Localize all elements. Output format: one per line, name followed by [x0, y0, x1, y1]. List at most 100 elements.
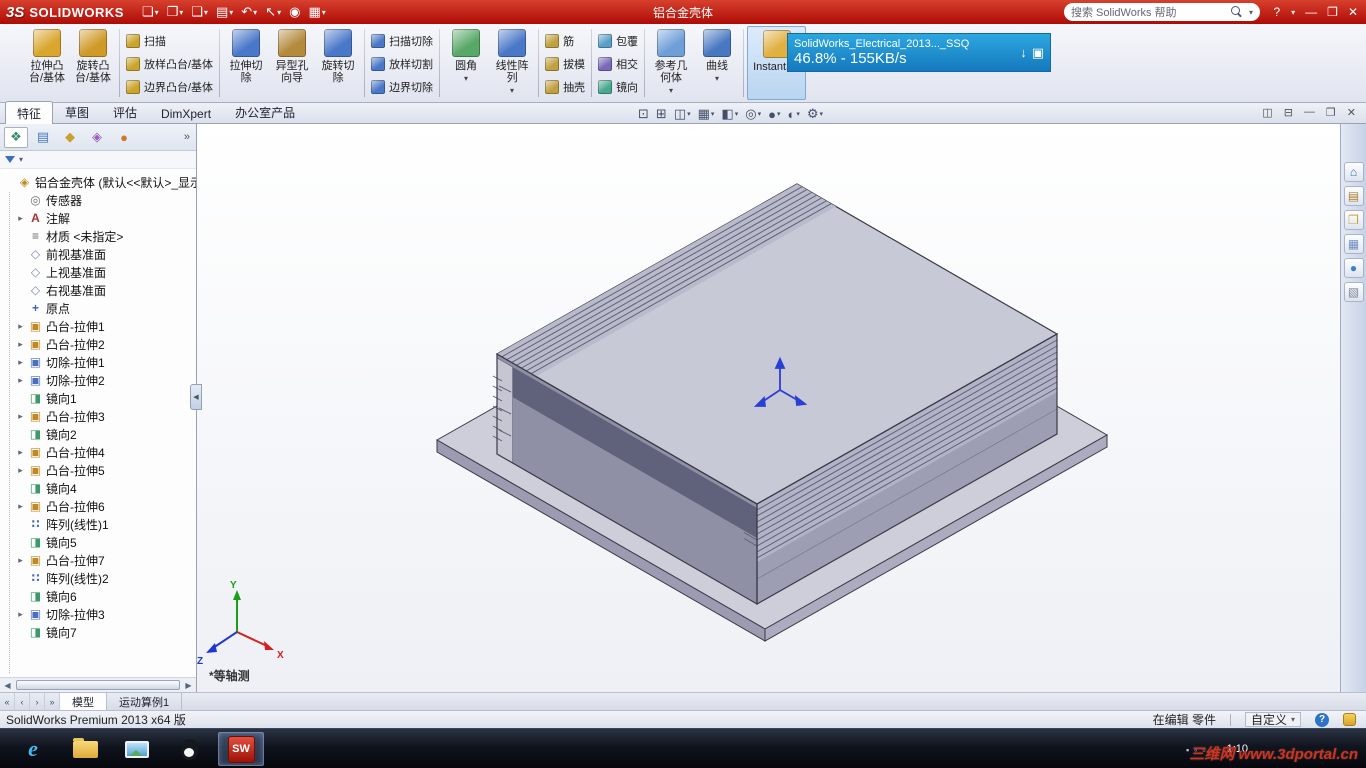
- rib-button[interactable]: 筋: [542, 29, 588, 52]
- expand-arrow-icon[interactable]: ▸: [16, 447, 25, 458]
- maximize-button[interactable]: ❐: [1327, 5, 1338, 19]
- feature-tree-root[interactable]: ◈ 铝合金壳体 (默认<<默认>_显示...: [3, 173, 196, 191]
- sheet-tab-motion-study-1[interactable]: 运动算例1: [107, 693, 183, 710]
- previous-tab-button[interactable]: ‹: [15, 693, 30, 710]
- doc-minimize-button[interactable]: —: [1304, 106, 1315, 119]
- view-settings-button[interactable]: ⚙ ▾: [805, 106, 825, 122]
- expand-arrow-icon[interactable]: ▸: [16, 411, 25, 422]
- tray-icon[interactable]: ▫: [1202, 745, 1205, 755]
- tree-item[interactable]: ▸ ▣ 切除-拉伸3: [3, 605, 196, 623]
- panel-collapse-arrow[interactable]: ◀: [190, 384, 202, 410]
- display-style-button[interactable]: ◧ ▾: [719, 106, 740, 122]
- swept-cut-button[interactable]: 扫描切除: [368, 29, 436, 52]
- undo-button[interactable]: ↶ ▾: [237, 2, 261, 22]
- qq-taskbar-button[interactable]: [166, 732, 212, 766]
- expand-arrow-icon[interactable]: ▸: [16, 339, 25, 350]
- scroll-left-icon[interactable]: ◀: [0, 681, 15, 690]
- appearances-scenes-button[interactable]: ●: [1343, 258, 1364, 278]
- filter-caret-icon[interactable]: ▾: [19, 155, 23, 164]
- sheet-tab-model[interactable]: 模型: [60, 693, 107, 710]
- linear-pattern-button[interactable]: 线性阵 列 ▾: [489, 26, 535, 100]
- tree-item[interactable]: ◇ 上视基准面: [3, 263, 196, 281]
- doc-restore-button[interactable]: ❐: [1326, 106, 1336, 119]
- boundary-boss-button[interactable]: 边界凸台/基体: [123, 75, 216, 98]
- expand-arrow-icon[interactable]: ▸: [16, 321, 25, 332]
- draft-button[interactable]: 拔模: [542, 52, 588, 75]
- search-icon[interactable]: [1230, 6, 1243, 18]
- tray-icon[interactable]: ◦: [1194, 745, 1197, 755]
- help-caret-icon[interactable]: ▾: [1291, 8, 1295, 17]
- command-tab-evaluate[interactable]: 评估: [101, 100, 149, 123]
- propertymanager-tab[interactable]: ▤: [31, 127, 55, 148]
- tree-horizontal-scrollbar[interactable]: ◀ ▶: [0, 677, 196, 692]
- mirror-button[interactable]: 镜向: [595, 75, 641, 98]
- command-tab-features[interactable]: 特征: [5, 101, 54, 124]
- file-explorer-button[interactable]: ❒: [1343, 210, 1364, 230]
- tree-item[interactable]: ◨ 镜向5: [3, 533, 196, 551]
- graphics-viewport[interactable]: Y X Z *等轴测: [197, 124, 1340, 692]
- taskbar-clock[interactable]: 1:10: [1227, 743, 1248, 755]
- tree-item[interactable]: ◇ 前视基准面: [3, 245, 196, 263]
- tree-item[interactable]: ◨ 镜向2: [3, 425, 196, 443]
- command-tab-sketch[interactable]: 草图: [53, 100, 101, 123]
- tree-item[interactable]: ◨ 镜向6: [3, 587, 196, 605]
- hide-show-items-button[interactable]: ◎ ▾: [743, 106, 763, 122]
- curves-button[interactable]: 曲线 ▾: [694, 26, 740, 100]
- expand-arrow-icon[interactable]: ▸: [16, 609, 25, 620]
- expand-arrow-icon[interactable]: ▸: [16, 375, 25, 386]
- boundary-cut-button[interactable]: 边界切除: [368, 75, 436, 98]
- fillet-button[interactable]: 圆角 ▾: [443, 26, 489, 100]
- custom-dropdown[interactable]: 自定义 ▾: [1244, 712, 1301, 727]
- monitor-icon[interactable]: ▣: [1032, 45, 1044, 61]
- help-button[interactable]: ?: [1273, 5, 1280, 19]
- apply-scene-button[interactable]: ◐ ▾: [785, 107, 801, 122]
- help-search-box[interactable]: 搜索 SolidWorks 帮助 ▾: [1064, 3, 1260, 21]
- select-button[interactable]: ↖ ▾: [261, 2, 285, 22]
- download-arrow-icon[interactable]: ↓: [1020, 45, 1027, 60]
- command-tab-office-products[interactable]: 办公室产品: [223, 100, 307, 123]
- design-library-button[interactable]: ▤: [1343, 186, 1364, 206]
- dimxpertmanager-tab[interactable]: ◈: [85, 127, 109, 148]
- revolved-boss-button[interactable]: 旋转凸 台/基体: [70, 26, 116, 100]
- view-orientation-button[interactable]: ▦ ▾: [696, 106, 717, 122]
- minimize-button[interactable]: —: [1305, 5, 1317, 19]
- tree-item[interactable]: ▸ ▣ 切除-拉伸1: [3, 353, 196, 371]
- wrap-button[interactable]: 包覆: [595, 29, 641, 52]
- view-palette-button[interactable]: ▦: [1343, 234, 1364, 254]
- statusbar-help-icon[interactable]: ?: [1315, 712, 1329, 727]
- section-view-button[interactable]: ◫ ▾: [672, 106, 693, 122]
- 3d-model-canvas[interactable]: Y X Z: [197, 124, 1340, 692]
- scrollbar-thumb[interactable]: [16, 680, 180, 690]
- doc-close-button[interactable]: ✕: [1347, 106, 1356, 119]
- tree-item[interactable]: ∷ 阵列(线性)1: [3, 515, 196, 533]
- zoom-area-button[interactable]: ⊞: [654, 106, 669, 122]
- tree-item[interactable]: ◎ 传感器: [3, 191, 196, 209]
- tree-item[interactable]: ◨ 镜向4: [3, 479, 196, 497]
- expand-arrow-icon[interactable]: ▸: [16, 501, 25, 512]
- tree-item[interactable]: ▸ ▣ 凸台-拉伸5: [3, 461, 196, 479]
- next-tab-button[interactable]: ›: [30, 693, 45, 710]
- print-button[interactable]: ▤ ▾: [212, 2, 237, 22]
- download-notification[interactable]: SolidWorks_Electrical_2013..._SSQ 46.8% …: [787, 33, 1051, 72]
- configurationmanager-tab[interactable]: ◆: [58, 127, 82, 148]
- open-button[interactable]: ❐ ▾: [163, 2, 188, 22]
- tree-item[interactable]: ◨ 镜向1: [3, 389, 196, 407]
- solidworks-taskbar-button[interactable]: SW: [218, 732, 264, 766]
- reference-geometry-button[interactable]: 参考几 何体 ▾: [648, 26, 694, 100]
- tree-item[interactable]: + 原点: [3, 299, 196, 317]
- zoom-fit-button[interactable]: ⊡: [636, 106, 651, 122]
- tree-item[interactable]: ▸ ▣ 凸台-拉伸7: [3, 551, 196, 569]
- doc-cascade-button[interactable]: ◫: [1262, 106, 1272, 119]
- panel-overflow-chevron-icon[interactable]: »: [184, 131, 192, 143]
- expand-arrow-icon[interactable]: ▸: [16, 465, 25, 476]
- tree-item[interactable]: ▸ ▣ 切除-拉伸2: [3, 371, 196, 389]
- rebuild-button[interactable]: ◉: [285, 2, 304, 22]
- tray-icon[interactable]: ▪: [1186, 745, 1189, 755]
- shell-button[interactable]: 抽壳: [542, 75, 588, 98]
- new-button[interactable]: ❏ ▾: [138, 2, 163, 22]
- tree-item[interactable]: ▸ ▣ 凸台-拉伸6: [3, 497, 196, 515]
- first-tab-button[interactable]: «: [0, 693, 15, 710]
- command-tab-dimxpert[interactable]: DimXpert: [149, 103, 223, 123]
- intersect-button[interactable]: 相交: [595, 52, 641, 75]
- swept-boss-button[interactable]: 扫描: [123, 29, 216, 52]
